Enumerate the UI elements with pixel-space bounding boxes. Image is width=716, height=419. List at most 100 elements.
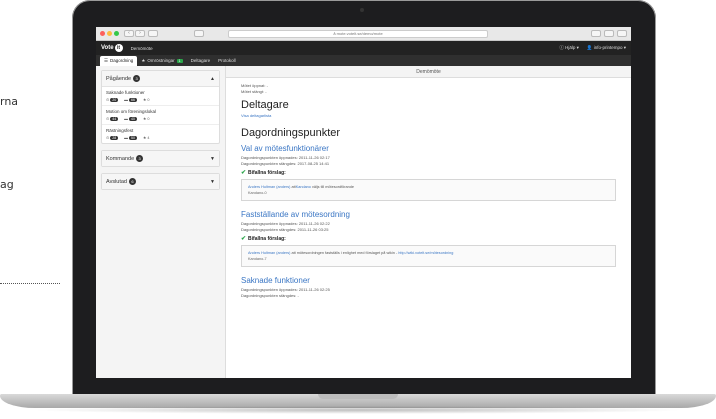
panel-finished: Avslutad 6 ▼ bbox=[101, 173, 220, 190]
proposal-box: Anders Hultman (anders) attKandano väljs… bbox=[241, 179, 616, 201]
meeting-closed: Mötet stängt: - bbox=[241, 88, 267, 94]
share-icon[interactable] bbox=[604, 30, 614, 37]
download-icon[interactable] bbox=[591, 30, 601, 37]
laptop-notch bbox=[318, 394, 398, 399]
screen: ‹ › å mote.votelt.se/demo/mote Vote it De… bbox=[96, 27, 631, 378]
proposal-id: Kandano-7 bbox=[248, 257, 267, 261]
tab-label: Deltagare bbox=[190, 58, 211, 63]
forward-button[interactable]: › bbox=[135, 30, 145, 37]
tab-protocol[interactable]: Protokoll bbox=[214, 56, 240, 65]
list-item[interactable]: Saknade funktioner ⊙ 20 ▬ 66 ★ 0 bbox=[102, 87, 219, 106]
item-name: Saknade funktioner bbox=[106, 90, 145, 95]
main-content: Demömöte Mötet öppnat: - Mötet stängt: -… bbox=[226, 66, 631, 378]
stat-value: 28 bbox=[110, 136, 119, 140]
agenda-item-title[interactable]: Val av mötesfunktionärer bbox=[241, 144, 616, 153]
panel-header-finished[interactable]: Avslutad 6 ▼ bbox=[102, 174, 219, 189]
browser-toolbar: ‹ › å mote.votelt.se/demo/mote bbox=[96, 27, 631, 41]
stat-value: 50 bbox=[129, 135, 137, 140]
proposal-box: Anders Hultman (anders) att mötesordning… bbox=[241, 245, 616, 267]
agenda-item-closed: Dagordningspunkten stängdes: 2017-08-25 … bbox=[241, 160, 330, 166]
participants-stat: ⊙ 44 bbox=[106, 117, 119, 121]
agenda-item-closed: Dagordningspunkten stängdes: 2011-11-26 … bbox=[241, 226, 329, 232]
votes-badge: 1 bbox=[176, 58, 183, 63]
tab-votes[interactable]: ★ Omröstningar 1 bbox=[137, 56, 186, 66]
approved-heading: ✔ Bifallna förslag: bbox=[241, 235, 616, 242]
proposal-text: väljs till mötesordförande bbox=[310, 185, 354, 189]
item-name: Rästningsfest bbox=[106, 128, 134, 133]
votes-stat: ★ 4 bbox=[142, 136, 150, 140]
list-icon: ☰ bbox=[104, 57, 109, 63]
logo-mark: it bbox=[114, 44, 123, 52]
tab-bar: ☰ Dagordning ★ Omröstningar 1 Deltagare Pro… bbox=[96, 55, 631, 66]
comments-stat: ▬ 50 bbox=[124, 135, 137, 140]
votes-stat: ★ 0 bbox=[142, 98, 150, 102]
minimize-window-button[interactable] bbox=[107, 31, 112, 36]
panel-ongoing: Pågående 3 ▲ Saknade funktioner ⊙ 20 ▬ 66… bbox=[101, 70, 220, 144]
help-menu[interactable]: ⓘ Hjälp ▾ bbox=[559, 45, 579, 51]
proposal-author-link[interactable]: Anders Hultman (anders) bbox=[248, 185, 290, 189]
tab-label: Protokoll bbox=[218, 58, 236, 63]
chevron-down-icon[interactable]: ▼ bbox=[210, 156, 215, 162]
proposal-person-link[interactable]: Kandano bbox=[296, 185, 311, 189]
agenda-heading: Dagordningspunkter bbox=[241, 127, 341, 139]
count-badge: 6 bbox=[129, 178, 136, 185]
votes-stat: ★ 0 bbox=[142, 117, 150, 121]
item-name: Motion om föreningslokal bbox=[106, 109, 157, 114]
participants-stat: ⊙ 20 bbox=[106, 98, 119, 102]
panel-title: Pågående bbox=[106, 76, 132, 82]
tab-label: Omröstningar bbox=[147, 58, 175, 63]
participants-heading: Deltagare bbox=[241, 99, 289, 111]
app-logo[interactable]: Vote it bbox=[101, 44, 123, 52]
agenda-item-title[interactable]: Saknade funktioner bbox=[241, 276, 616, 285]
dotted-line bbox=[0, 283, 60, 284]
tab-participants[interactable]: Deltagare bbox=[187, 56, 215, 65]
tab-agenda[interactable]: ☰ Dagordning bbox=[100, 55, 138, 66]
proposal-author-link[interactable]: Anders Hultman (anders) bbox=[248, 251, 290, 255]
camera bbox=[360, 8, 364, 12]
approved-label: Bifallna förslag: bbox=[248, 236, 286, 242]
stat-value: 4 bbox=[147, 136, 150, 140]
comments-stat: ▬ 66 bbox=[124, 97, 137, 102]
agenda-item-closed: Dagordningspunkten stängdes: - bbox=[241, 292, 299, 298]
tabs-icon[interactable] bbox=[617, 30, 627, 37]
shield-icon[interactable] bbox=[194, 30, 204, 37]
stat-value: 0 bbox=[147, 117, 150, 121]
participants-link[interactable]: Visa deltagarlista bbox=[241, 113, 616, 118]
list-item[interactable]: Rästningsfest ⊙ 28 ▬ 50 ★ 4 bbox=[102, 125, 219, 143]
list-item[interactable]: Motion om föreningslokal ⊙ 44 ▬ 40 ★ 0 bbox=[102, 106, 219, 125]
zoom-window-button[interactable] bbox=[114, 31, 119, 36]
tab-label: Dagordning bbox=[110, 58, 134, 63]
back-button[interactable]: ‹ bbox=[124, 30, 134, 37]
panel-upcoming: Kommande 3 ▼ bbox=[101, 150, 220, 167]
meeting-name[interactable]: Demömöte bbox=[131, 46, 153, 51]
proposal-url-link[interactable]: http://wiki.votelt.se/mötesordning bbox=[398, 251, 453, 255]
stat-value: 66 bbox=[129, 97, 137, 102]
chevron-down-icon[interactable]: ▼ bbox=[210, 179, 215, 185]
checkmark-icon: ✔ bbox=[241, 170, 247, 176]
checkmark-icon: ✔ bbox=[241, 236, 247, 242]
outside-text-fragment: rna bbox=[0, 95, 19, 108]
address-bar[interactable]: å mote.votelt.se/demo/mote bbox=[228, 29, 488, 38]
stat-value: 20 bbox=[110, 98, 119, 102]
app-navbar: Vote it Demömöte ⓘ Hjälp ▾ 👤 info-printem… bbox=[96, 41, 631, 55]
sidebar-toggle-icon[interactable] bbox=[148, 30, 158, 37]
approved-heading: ✔ Bifallna förslag: bbox=[241, 169, 616, 176]
stat-value: 40 bbox=[129, 116, 137, 121]
chevron-up-icon[interactable]: ▲ bbox=[210, 76, 215, 82]
count-badge: 3 bbox=[133, 75, 141, 82]
agenda-item-title[interactable]: Fastställande av mötesordning bbox=[241, 210, 616, 219]
sidebar: Pågående 3 ▲ Saknade funktioner ⊙ 20 ▬ 66… bbox=[96, 66, 226, 378]
close-window-button[interactable] bbox=[100, 31, 105, 36]
panel-header-ongoing[interactable]: Pågående 3 ▲ bbox=[102, 71, 219, 87]
count-badge: 3 bbox=[136, 155, 144, 162]
participants-stat: ⊙ 28 bbox=[106, 136, 119, 140]
stat-value: 44 bbox=[110, 117, 119, 121]
page-title: Demömöte bbox=[226, 66, 631, 78]
outside-text-fragment: ag bbox=[0, 178, 14, 191]
comments-stat: ▬ 40 bbox=[124, 116, 137, 121]
stat-value: 0 bbox=[147, 98, 150, 102]
user-menu[interactable]: 👤 info-printempo ▾ bbox=[587, 45, 626, 51]
panel-header-upcoming[interactable]: Kommande 3 ▼ bbox=[102, 151, 219, 166]
proposal-id: Kandano-0 bbox=[248, 191, 267, 195]
app-body: Pågående 3 ▲ Saknade funktioner ⊙ 20 ▬ 66… bbox=[96, 66, 631, 378]
